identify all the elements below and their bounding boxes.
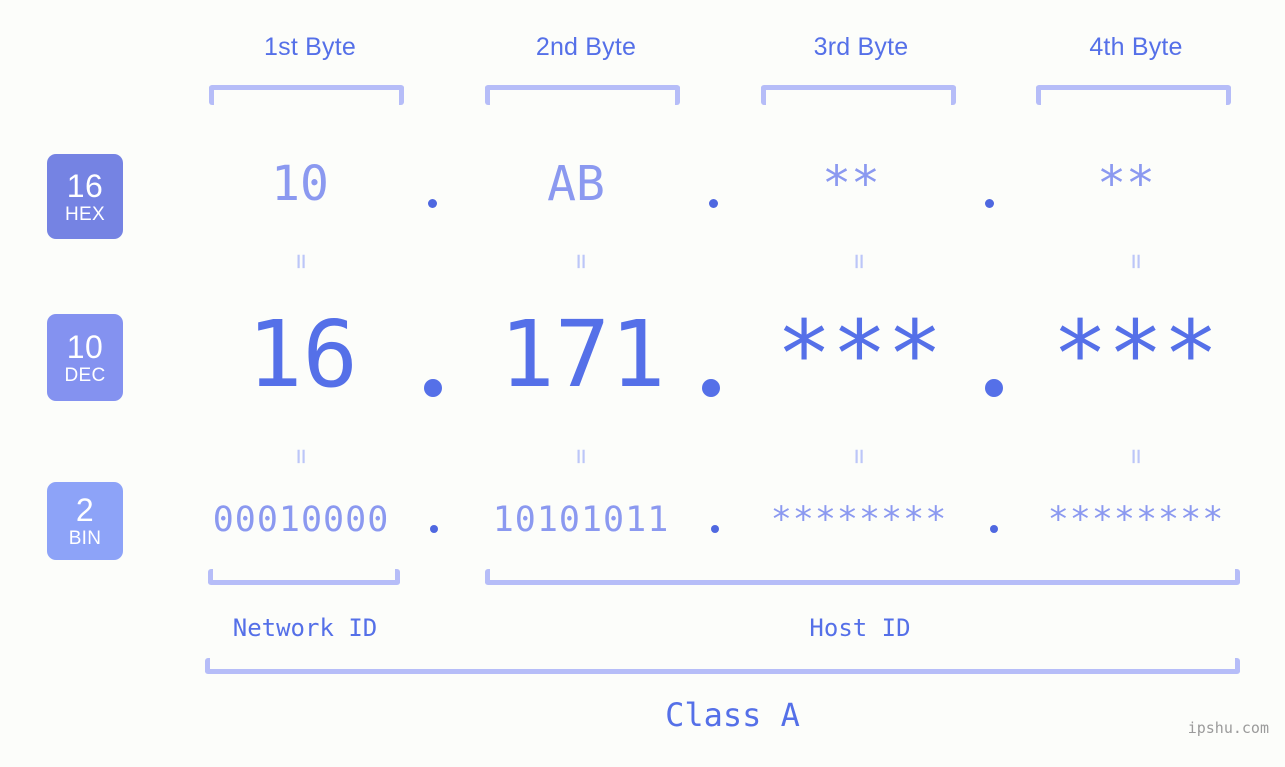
ip-address-breakdown-diagram: 1st Byte 2nd Byte 3rd Byte 4th Byte 16 H… [0,0,1285,767]
bin-separator-2 [711,525,719,533]
byte-header-1: 1st Byte [264,33,356,61]
network-id-label: Network ID [232,614,378,642]
dec-value-byte-3: *** [776,301,943,408]
base-badge-bin-number: 2 [75,492,95,528]
site-watermark: ipshu.com [1187,719,1269,737]
dec-separator-1 [424,379,442,397]
equals-icon-dec-bin-4: = [1121,448,1151,464]
base-badge-dec: 10 DEC [47,314,123,401]
class-bracket [205,658,1240,674]
byte-header-4: 4th Byte [1089,33,1183,61]
byte-header-3: 3rd Byte [813,33,909,61]
base-badge-hex: 16 HEX [47,154,123,239]
bin-value-byte-1: 00010000 [212,500,390,540]
base-badge-hex-number: 16 [66,167,104,204]
hex-value-byte-4: ** [1097,156,1155,212]
hex-value-byte-2: AB [547,156,605,212]
hex-value-byte-3: ** [822,156,880,212]
hex-separator-2 [709,199,718,208]
dec-separator-2 [702,379,720,397]
host-id-bracket [485,569,1240,585]
equals-icon-hex-dec-3: = [844,253,874,269]
bin-value-byte-2: 10101011 [492,500,670,540]
equals-icon-dec-bin-2: = [566,448,596,464]
bin-separator-1 [430,525,438,533]
equals-icon-dec-bin-3: = [844,448,874,464]
dec-value-byte-1: 16 [247,301,358,408]
equals-icon-dec-bin-1: = [286,448,316,464]
equals-icon-hex-dec-1: = [286,253,316,269]
base-badge-dec-number: 10 [66,328,104,365]
base-badge-bin: 2 BIN [47,482,123,560]
base-badge-bin-label: BIN [68,528,102,549]
class-label: Class A [665,696,800,734]
hex-value-byte-1: 10 [271,156,329,212]
hex-separator-3 [985,199,994,208]
bin-separator-3 [990,525,998,533]
base-badge-dec-label: DEC [64,364,106,386]
byte-bracket-1 [209,85,404,105]
byte-header-2: 2nd Byte [535,33,637,61]
bin-value-byte-3: ******** [770,500,948,540]
byte-bracket-3 [761,85,956,105]
network-id-bracket [208,569,400,585]
dec-separator-3 [985,379,1003,397]
dec-value-byte-4: *** [1052,301,1219,408]
bin-value-byte-4: ******** [1047,500,1225,540]
byte-bracket-4 [1036,85,1231,105]
base-badge-hex-label: HEX [65,203,105,225]
equals-icon-hex-dec-2: = [566,253,596,269]
equals-icon-hex-dec-4: = [1121,253,1151,269]
dec-value-byte-2: 171 [499,301,666,408]
host-id-label: Host ID [809,614,911,642]
hex-separator-1 [428,199,437,208]
byte-bracket-2 [485,85,680,105]
